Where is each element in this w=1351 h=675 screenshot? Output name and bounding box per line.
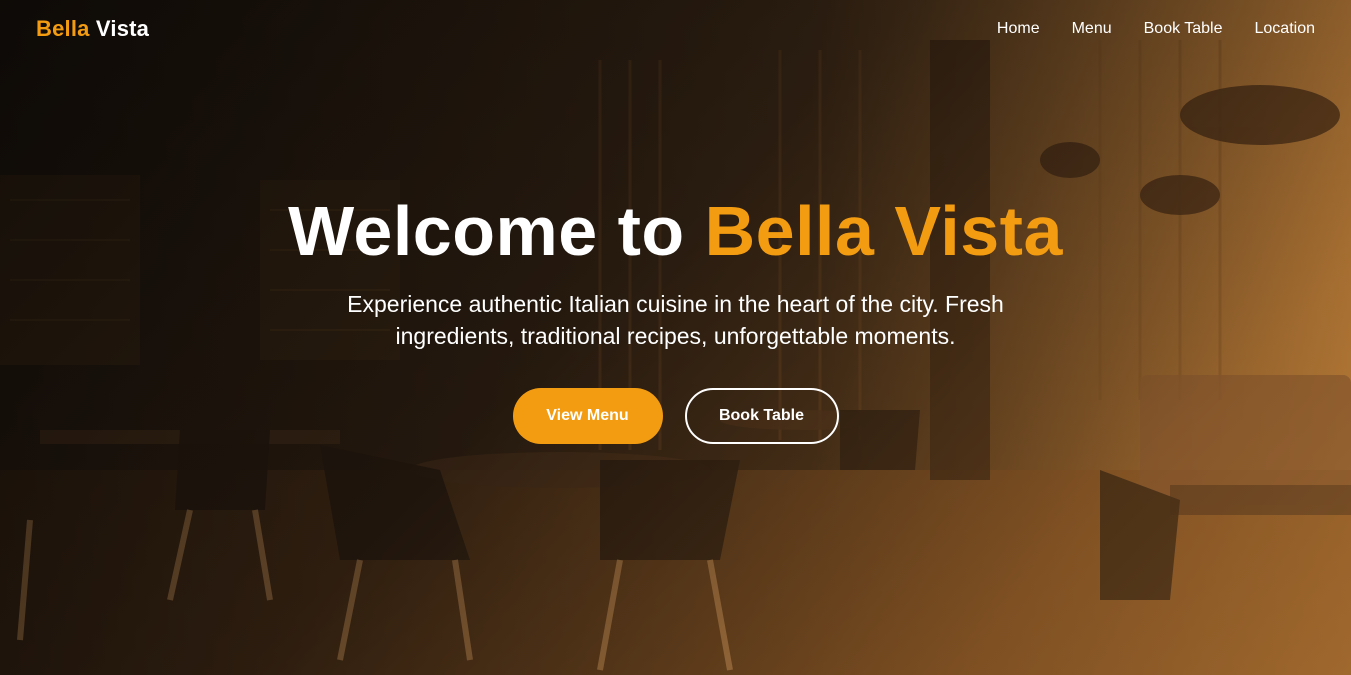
view-menu-button[interactable]: View Menu bbox=[512, 388, 663, 444]
hero-title-prefix: Welcome to bbox=[288, 192, 705, 270]
nav-item-book-table[interactable]: Book Table bbox=[1144, 20, 1223, 38]
hero-title-accent: Bella Vista bbox=[704, 192, 1063, 270]
book-table-button[interactable]: Book Table bbox=[684, 388, 839, 444]
nav-item-home[interactable]: Home bbox=[997, 20, 1040, 38]
hero-actions: View Menu Book Table bbox=[0, 388, 1351, 444]
hero-subtitle: Experience authentic Italian cuisine in … bbox=[347, 291, 1004, 349]
brand-accent-text: Bella bbox=[36, 16, 90, 41]
hero-title: Welcome to Bella Vista bbox=[0, 188, 1351, 274]
nav-item-location[interactable]: Location bbox=[1255, 20, 1316, 38]
navbar: Bella Vista Home Menu Book Table Locatio… bbox=[0, 0, 1351, 58]
nav-item-menu[interactable]: Menu bbox=[1072, 20, 1112, 38]
brand-main-text: Vista bbox=[95, 16, 150, 41]
brand-logo[interactable]: Bella Vista bbox=[36, 16, 149, 42]
nav-links: Home Menu Book Table Location bbox=[997, 20, 1315, 38]
hero-section: Welcome to Bella Vista Experience authen… bbox=[0, 188, 1351, 444]
